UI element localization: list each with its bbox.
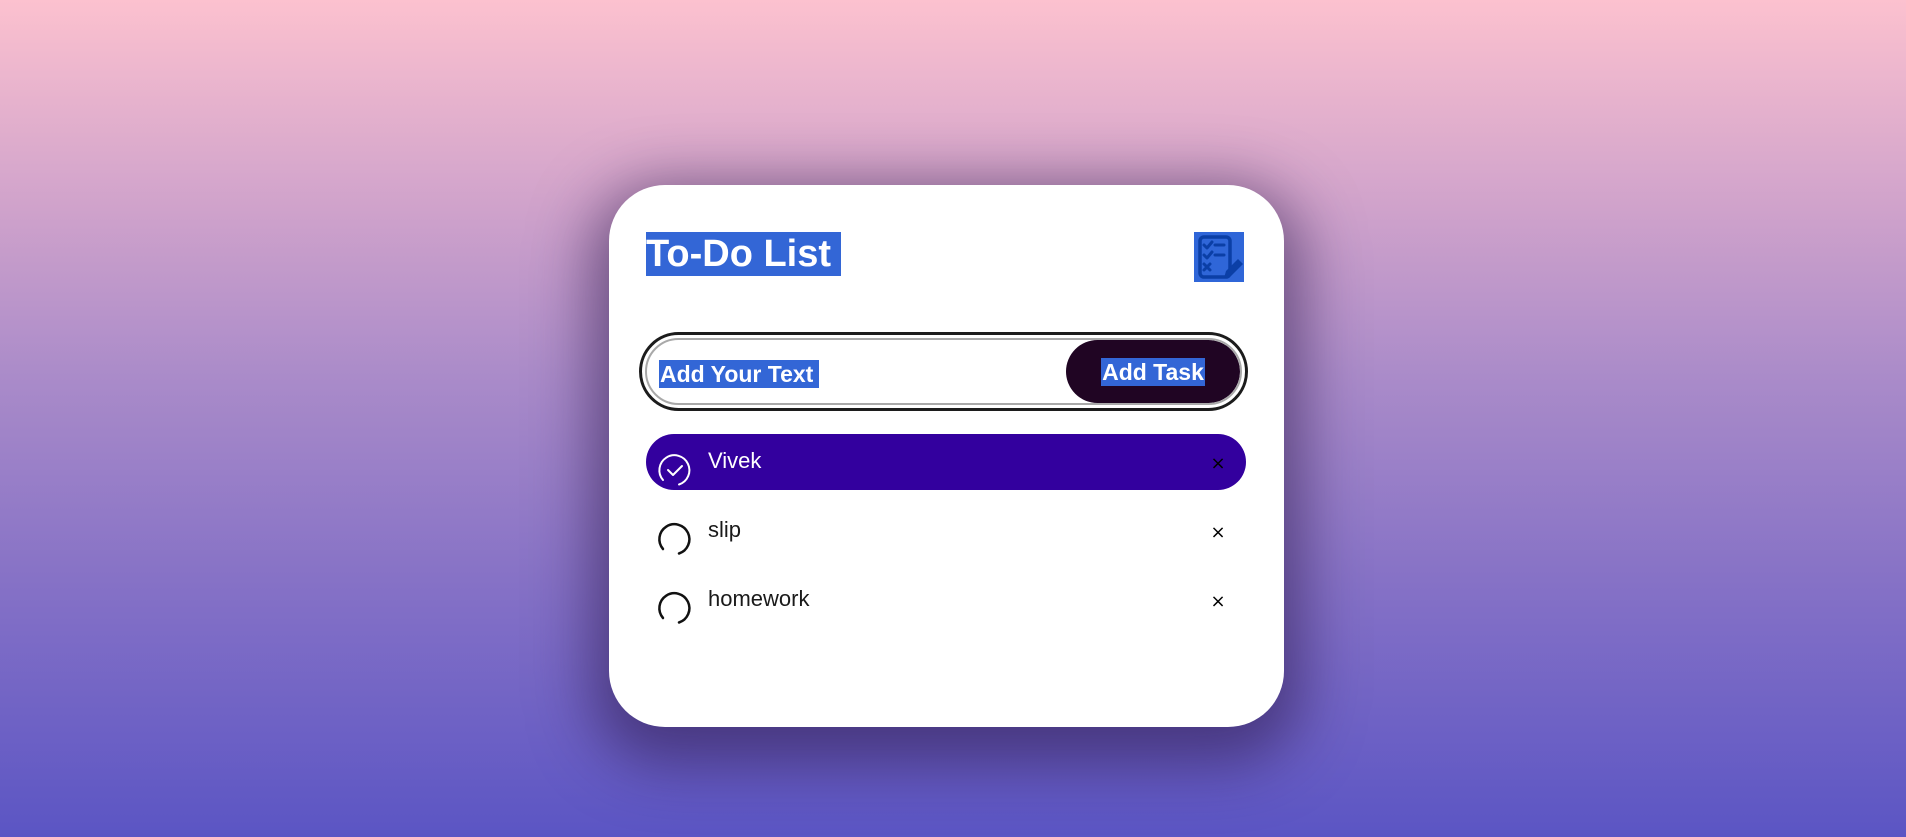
task-label: Vivek: [708, 448, 762, 473]
task-label: slip: [708, 517, 742, 542]
add-task-form: Add Your Text Add Task: [639, 332, 1248, 411]
checklist-edit-icon: [1194, 232, 1244, 282]
delete-task-icon[interactable]: ×: [1206, 452, 1230, 476]
unchecked-circle-icon[interactable]: [656, 520, 694, 558]
task-list: Vivek × slip × homework ×: [646, 434, 1246, 641]
task-label: homework: [708, 586, 810, 611]
todo-card: To-Do List Add Your Text Add Task Vivek …: [609, 185, 1284, 727]
task-item[interactable]: homework ×: [646, 572, 1246, 628]
delete-task-icon[interactable]: ×: [1206, 590, 1230, 614]
input-frame: Add Your Text Add Task: [645, 338, 1242, 405]
page-title: To-Do List: [646, 232, 842, 276]
add-task-button[interactable]: Add Task: [1066, 340, 1240, 403]
task-item[interactable]: Vivek ×: [646, 434, 1246, 490]
unchecked-circle-icon[interactable]: [656, 589, 694, 627]
delete-task-icon[interactable]: ×: [1206, 521, 1230, 545]
task-item[interactable]: slip ×: [646, 503, 1246, 559]
checked-circle-icon[interactable]: [656, 451, 694, 489]
add-task-button-label: Add Task: [1101, 357, 1205, 386]
task-input[interactable]: [647, 340, 1067, 403]
header: To-Do List: [646, 232, 1244, 288]
